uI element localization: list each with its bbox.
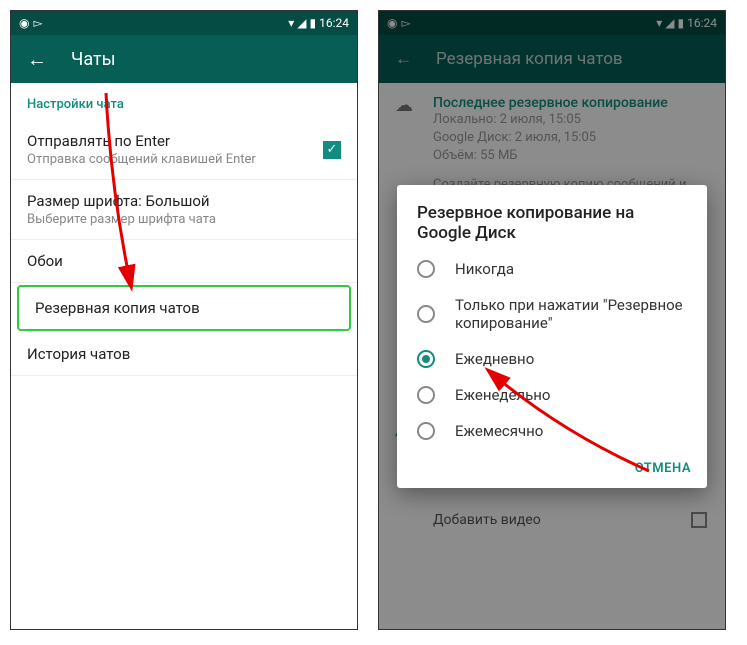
radio-icon [417,305,435,323]
item-title: Резервная копия чатов [35,299,200,317]
item-chat-history[interactable]: История чатов [11,333,357,376]
backup-frequency-dialog: Резервное копирование на Google Диск Ник… [397,185,707,488]
wifi-icon: ▾ [288,16,294,30]
item-title: Отправлять по Enter [27,132,323,150]
clock: 16:24 [319,16,349,30]
radio-label: Еженедельно [455,386,550,404]
radio-option-weekly[interactable]: Еженедельно [397,377,707,413]
radio-option-ontap[interactable]: Только при нажатии "Резервное копировани… [397,287,707,341]
item-subtitle: Выберите размер шрифта чата [27,212,341,227]
radio-label: Только при нажатии "Резервное копировани… [455,296,687,332]
radio-icon [417,260,435,278]
phone-left: ◉ ▻ ▾ ◢ ▮ 16:24 ← Чаты Настройки чата От… [10,10,358,630]
radio-option-never[interactable]: Никогда [397,251,707,287]
item-title: Размер шрифта: Большой [27,192,341,210]
radio-label: Никогда [455,260,514,278]
back-icon[interactable]: ← [27,47,47,72]
page-title: Чаты [71,49,116,70]
checkbox-checked-icon[interactable]: ✓ [323,141,341,159]
radio-option-daily[interactable]: Ежедневно [397,341,707,377]
item-title: Обои [27,252,63,270]
radio-icon [417,386,435,404]
item-subtitle: Отправка сообщений клавишей Enter [27,152,323,167]
phone-right: ◉ ▻ ▾ ◢ ▮ 16:24 ← Резервная копия чатов … [378,10,726,630]
cancel-button[interactable]: ОТМЕНА [635,461,691,476]
radio-selected-icon [417,350,435,368]
battery-icon: ▮ [310,16,317,30]
notif-icon: ◉ [19,16,29,30]
notif-icon: ▻ [33,16,42,30]
radio-label: Ежемесячно [455,422,543,440]
item-chat-backup[interactable]: Резервная копия чатов [19,287,349,329]
highlight-backup: Резервная копия чатов [17,285,351,331]
section-header: Настройки чата [11,83,357,120]
item-title: История чатов [27,345,130,363]
item-send-on-enter[interactable]: Отправлять по Enter Отправка сообщений к… [11,120,357,180]
item-wallpaper[interactable]: Обои [11,240,357,283]
statusbar: ◉ ▻ ▾ ◢ ▮ 16:24 [11,11,357,35]
radio-label: Ежедневно [455,350,534,368]
appbar: ← Чаты [11,35,357,83]
dialog-title: Резервное копирование на Google Диск [397,203,707,251]
item-font-size[interactable]: Размер шрифта: Большой Выберите размер ш… [11,180,357,240]
signal-icon: ◢ [297,16,306,30]
radio-icon [417,422,435,440]
radio-option-monthly[interactable]: Ежемесячно [397,413,707,449]
